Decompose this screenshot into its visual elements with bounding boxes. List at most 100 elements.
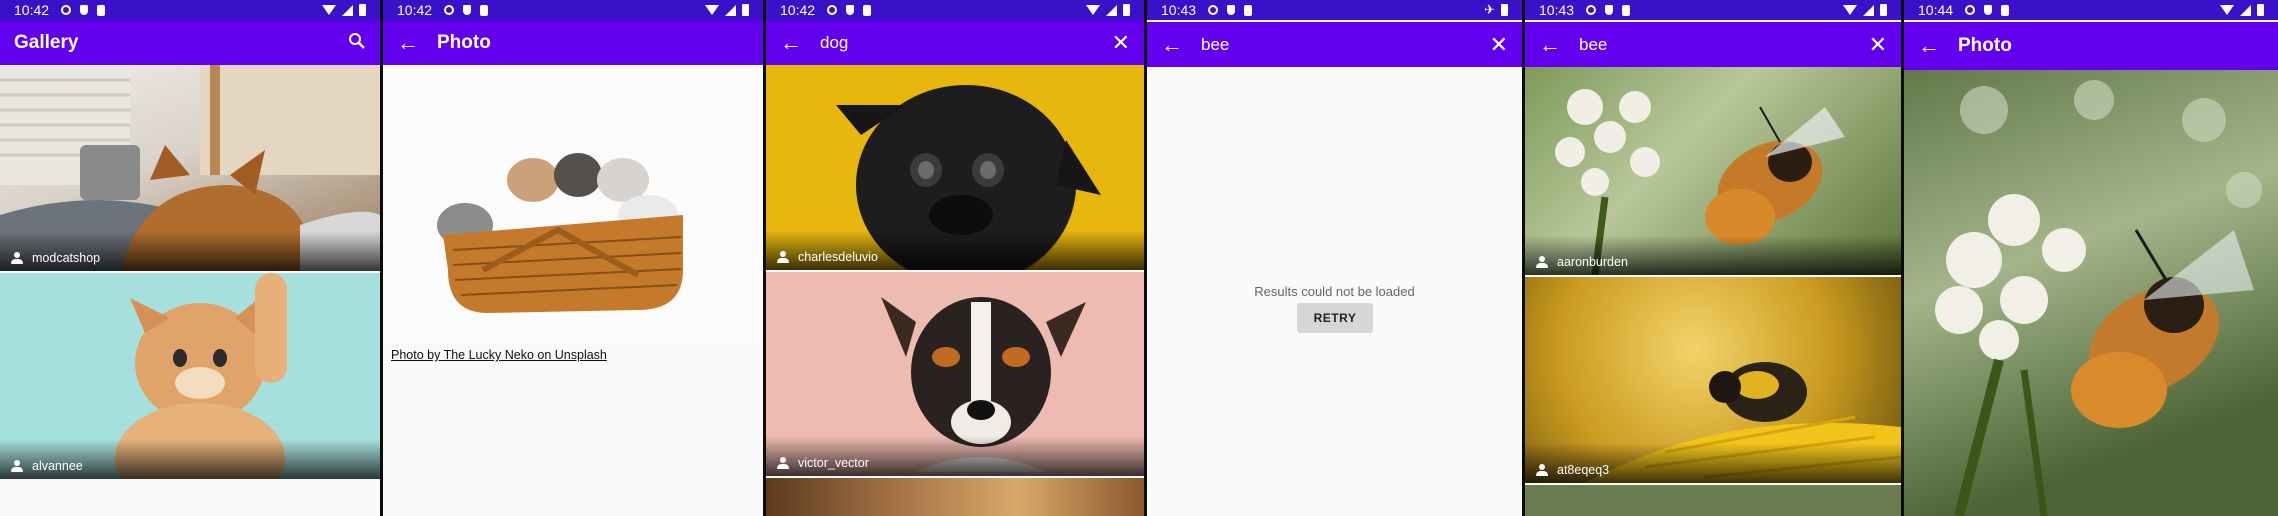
- page-title: Photo: [1958, 35, 2012, 56]
- screen-search-error: 10:43 ✈ ← bee ✕ Results could not be loa…: [1147, 0, 1522, 516]
- signal-icon: [1863, 4, 1874, 16]
- status-bar: 10:44: [1904, 0, 2278, 20]
- shield-icon: [463, 5, 472, 15]
- screenshot-strip: 10:42 Gallery modcatshop alvannee 10:42 …: [0, 0, 2278, 516]
- photo-image: [1904, 70, 2278, 516]
- back-arrow-icon[interactable]: ←: [780, 30, 820, 56]
- app-bar: ← bee ✕: [1525, 22, 1901, 67]
- page-title: Photo: [437, 31, 491, 53]
- status-time: 10:43: [1161, 2, 1197, 18]
- settings-icon: [61, 5, 72, 15]
- close-icon[interactable]: ✕: [1869, 32, 1887, 58]
- signal-icon: [2240, 4, 2251, 16]
- close-icon[interactable]: ✕: [1490, 32, 1508, 58]
- shield-icon: [1605, 5, 1614, 15]
- status-bar: 10:43 ✈: [1147, 0, 1522, 20]
- photo-card[interactable]: aaronburden: [1525, 67, 1901, 275]
- sim-card-icon: [480, 4, 489, 16]
- photo-card[interactable]: victor_vector: [766, 272, 1144, 476]
- photo-card[interactable]: modcatshop: [0, 65, 380, 271]
- photo-card[interactable]: at8eqeq3: [1525, 277, 1901, 483]
- app-bar: ← Photo: [383, 20, 763, 65]
- search-query[interactable]: bee: [1201, 35, 1229, 55]
- signal-icon: [725, 4, 736, 16]
- sim-card-icon: [97, 4, 106, 16]
- app-bar: ← bee ✕: [1147, 22, 1522, 67]
- screen-photo: 10:42 ← Photo Photo by The Lucky Neko on…: [383, 0, 763, 516]
- airplane-mode-icon: ✈: [1484, 2, 1495, 17]
- settings-icon: [444, 5, 455, 15]
- status-time: 10:42: [397, 2, 433, 18]
- status-time: 10:44: [1918, 2, 1954, 18]
- status-time: 10:42: [14, 2, 50, 18]
- wifi-icon: [1086, 5, 1100, 15]
- screen-photo-bee: 10:44 ← Photo: [1904, 0, 2278, 516]
- retry-button[interactable]: RETRY: [1297, 303, 1373, 333]
- error-message: Results could not be loaded: [1254, 284, 1415, 299]
- battery-icon: [2257, 4, 2264, 16]
- photo-author: at8eqeq3: [1557, 463, 1610, 477]
- sim-card-icon: [863, 4, 872, 16]
- signal-icon: [1106, 4, 1117, 16]
- photo-author: aaronburden: [1557, 255, 1628, 269]
- status-bar: 10:42: [383, 0, 763, 20]
- search-icon[interactable]: [348, 30, 366, 56]
- person-icon: [776, 457, 790, 469]
- battery-icon: [359, 4, 366, 16]
- battery-icon: [1123, 4, 1130, 16]
- status-bar: 10:42: [766, 0, 1144, 20]
- close-icon[interactable]: ✕: [1112, 30, 1130, 56]
- status-time: 10:42: [780, 2, 816, 18]
- settings-icon: [1586, 5, 1597, 15]
- back-arrow-icon[interactable]: ←: [1161, 32, 1201, 58]
- person-icon: [10, 460, 24, 472]
- photo-author: victor_vector: [798, 456, 869, 470]
- status-time: 10:43: [1539, 2, 1575, 18]
- wifi-icon: [322, 5, 336, 15]
- photo-card[interactable]: charlesdeluvio: [766, 65, 1144, 270]
- person-icon: [10, 252, 24, 264]
- screen-search-dog: 10:42 ← dog ✕ charlesdeluvio victor_vect…: [766, 0, 1144, 516]
- shield-icon: [846, 5, 855, 15]
- page-title: Gallery: [14, 31, 79, 53]
- photo-card[interactable]: alvannee: [0, 273, 380, 479]
- shield-icon: [1227, 5, 1236, 15]
- signal-icon: [342, 4, 353, 16]
- search-query[interactable]: bee: [1579, 35, 1607, 55]
- shield-icon: [1984, 5, 1993, 15]
- app-bar: ← Photo: [1904, 22, 2278, 70]
- back-arrow-icon[interactable]: ←: [1918, 33, 1958, 59]
- person-icon: [1535, 464, 1549, 476]
- screen-gallery: 10:42 Gallery modcatshop alvannee: [0, 0, 380, 516]
- battery-icon: [742, 4, 749, 16]
- battery-icon: [1880, 4, 1887, 16]
- person-icon: [1535, 256, 1549, 268]
- battery-icon: [1501, 4, 1508, 16]
- screen-search-bee: 10:43 ← bee ✕ aaronburden at8eqeq3: [1525, 0, 1901, 516]
- search-query[interactable]: dog: [820, 33, 848, 53]
- status-bar: 10:42: [0, 0, 380, 20]
- photo-author: alvannee: [32, 459, 83, 473]
- photo-author: modcatshop: [32, 251, 101, 265]
- wifi-icon: [1843, 5, 1857, 15]
- photo-card[interactable]: [1525, 485, 1901, 516]
- sim-card-icon: [1244, 4, 1253, 16]
- status-bar: 10:43: [1525, 0, 1901, 20]
- photo-card[interactable]: [766, 478, 1144, 516]
- back-arrow-icon[interactable]: ←: [397, 30, 437, 56]
- photo-author: charlesdeluvio: [798, 250, 878, 264]
- settings-icon: [827, 5, 838, 15]
- wifi-icon: [705, 5, 719, 15]
- wifi-icon: [2220, 5, 2234, 15]
- settings-icon: [1208, 5, 1219, 15]
- photo-credit-link[interactable]: Photo by The Lucky Neko on Unsplash: [391, 348, 607, 362]
- shield-icon: [80, 5, 89, 15]
- sim-card-icon: [2001, 4, 2010, 16]
- person-icon: [776, 251, 790, 263]
- settings-icon: [1965, 5, 1976, 15]
- back-arrow-icon[interactable]: ←: [1539, 32, 1579, 58]
- sim-card-icon: [1622, 4, 1631, 16]
- photo-image: [383, 65, 763, 340]
- app-bar: ← dog ✕: [766, 20, 1144, 65]
- app-bar: Gallery: [0, 20, 380, 65]
